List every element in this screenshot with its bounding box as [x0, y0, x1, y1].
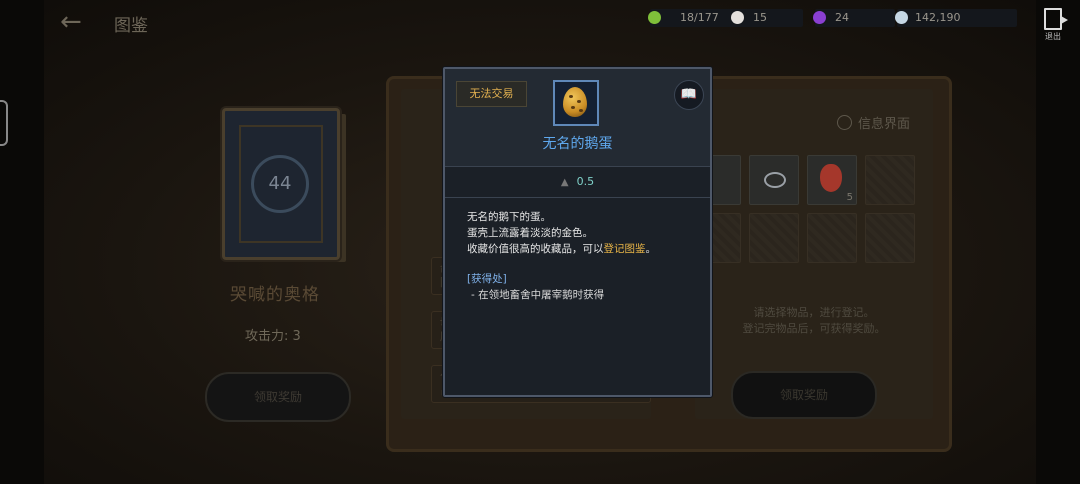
empty-slot[interactable] — [749, 213, 799, 263]
collection-count: 18/177 — [680, 11, 719, 24]
register-hint-line: 登记完物品后，可获得奖励。 — [742, 322, 886, 335]
description-text: 。 — [645, 243, 657, 255]
claim-reward-button[interactable]: 领取奖励 — [205, 372, 351, 422]
strawberry-icon — [820, 164, 842, 192]
egg-icon — [563, 87, 587, 117]
tooltip-header: 无法交易 📖 无名的鹅蛋 — [445, 69, 710, 167]
empty-slot[interactable] — [865, 155, 915, 205]
ring-icon — [764, 172, 786, 188]
acquire-source: - 在领地畜舍中屠宰鹅时获得 — [471, 289, 605, 301]
side-drawer-handle[interactable] — [0, 100, 8, 146]
description-line: 无名的鹅下的蛋。 — [467, 211, 551, 223]
purple-gem-count: 24 — [835, 11, 849, 24]
item-tooltip: 无法交易 📖 无名的鹅蛋 ▲ 0.5 无名的鹅下的蛋。 蛋壳上流露着淡淡的金色。 … — [443, 67, 712, 397]
pearl-counter: 15 — [731, 9, 803, 27]
item-description: 无名的鹅下的蛋。 蛋壳上流露着淡淡的金色。 收藏价值很高的收藏品，可以登记图鉴。 — [467, 209, 656, 257]
empty-slot[interactable] — [865, 213, 915, 263]
description-line: 蛋壳上流露着淡淡的金色。 — [467, 227, 593, 239]
item-name: 无名的鹅蛋 — [542, 136, 613, 152]
item-slot[interactable]: 5 — [807, 155, 857, 205]
card-name: 哭喊的奥格 — [230, 285, 320, 305]
exit-label: 退出 — [1045, 32, 1061, 41]
check-circle-icon — [837, 115, 852, 130]
purple-gem-counter: 24 — [813, 9, 895, 27]
silver-coin-count: 142,190 — [915, 11, 961, 24]
card-portrait[interactable]: 44 — [222, 108, 340, 260]
slot-quantity: 5 — [846, 192, 853, 203]
exit-button[interactable]: 退出 — [1040, 8, 1068, 44]
weight-icon: ▲ — [560, 177, 569, 188]
purple-gem-icon — [813, 11, 826, 24]
pearl-count: 15 — [753, 11, 767, 24]
item-icon-frame — [553, 80, 599, 126]
back-arrow-icon[interactable]: ← — [60, 8, 90, 36]
card-attack: 攻击力: 3 — [245, 329, 301, 344]
untradeable-badge: 无法交易 — [456, 81, 527, 107]
card-level: 44 — [251, 155, 309, 213]
description-line: 收藏价值很高的收藏品，可以登记图鉴。 — [467, 241, 656, 257]
left-bezel — [0, 0, 44, 484]
exit-door-icon — [1044, 8, 1068, 30]
item-weight: ▲ 0.5 — [445, 167, 710, 198]
description-text: 收藏价值很高的收藏品，可以 — [467, 243, 604, 255]
register-hint: 请选择物品，进行登记。 登记完物品后，可获得奖励。 — [695, 305, 933, 337]
acquire-title: [获得处] — [467, 273, 507, 285]
page-title: 图鉴 — [114, 16, 148, 36]
pearl-icon — [731, 11, 744, 24]
register-hint-line: 请选择物品，进行登记。 — [753, 306, 875, 319]
item-slot[interactable] — [749, 155, 799, 205]
book-icon[interactable]: 📖 — [674, 80, 704, 110]
register-reward-button[interactable]: 领取奖励 — [731, 371, 877, 419]
weight-value: 0.5 — [576, 175, 595, 188]
right-bezel — [1036, 0, 1080, 484]
top-bar: ← 图鉴 18/177 15 24 142,190 退出 — [44, 0, 1068, 44]
empty-slot[interactable] — [807, 213, 857, 263]
register-collection-link[interactable]: 登记图鉴 — [604, 243, 646, 255]
info-view-toggle[interactable]: 信息界面 — [837, 113, 910, 132]
silver-coin-icon — [895, 11, 908, 24]
info-view-label: 信息界面 — [858, 117, 911, 132]
silver-coin-counter: 142,190 — [895, 9, 1017, 27]
collection-icon — [648, 11, 661, 24]
